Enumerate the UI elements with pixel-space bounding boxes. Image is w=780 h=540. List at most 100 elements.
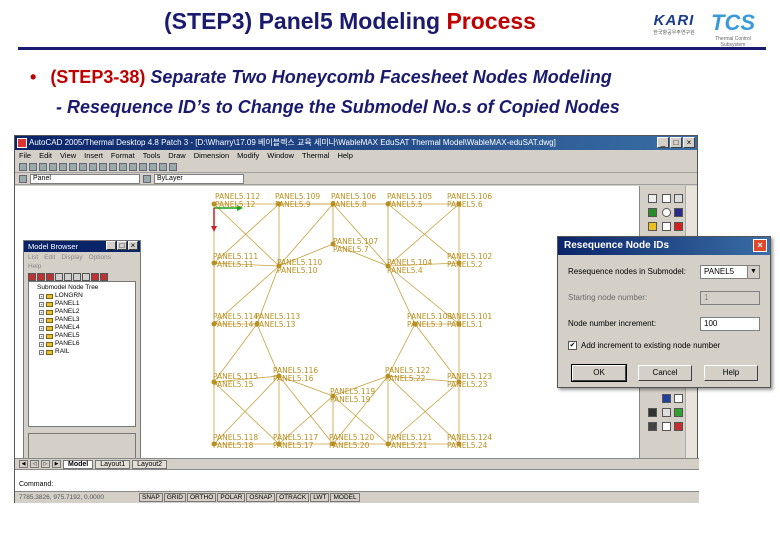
- maximize-button[interactable]: □: [670, 137, 682, 148]
- drawing-area[interactable]: PANEL5.112 PANEL5.12 PANEL5.109 PANEL5.9…: [15, 186, 639, 498]
- expand-icon[interactable]: +: [39, 293, 44, 299]
- paste-icon[interactable]: [79, 163, 87, 171]
- tree-item[interactable]: + PANEL5: [31, 332, 133, 340]
- status-otrack-button[interactable]: OTRACK: [276, 493, 310, 502]
- tree-item[interactable]: + PANEL6: [31, 340, 133, 348]
- mb-menu-display[interactable]: Display: [61, 254, 82, 261]
- mb-close-button[interactable]: ×: [128, 241, 138, 250]
- status-polar-button[interactable]: POLAR: [217, 493, 246, 502]
- command-line[interactable]: Command:: [15, 469, 699, 491]
- expand-icon[interactable]: +: [39, 317, 44, 323]
- thermal-model-icon[interactable]: [169, 163, 177, 171]
- new-icon[interactable]: [19, 163, 27, 171]
- layer-previous-icon[interactable]: [143, 174, 151, 183]
- mb-tool-icon[interactable]: [82, 273, 90, 281]
- status-grid-button[interactable]: GRID: [163, 493, 186, 502]
- ok-button[interactable]: OK: [571, 364, 627, 382]
- mb-tool-icon[interactable]: [46, 273, 54, 281]
- layer-combo[interactable]: Panel: [30, 173, 140, 184]
- open-icon[interactable]: [29, 163, 37, 171]
- status-model-button[interactable]: MODEL: [330, 493, 360, 502]
- linetype-combo[interactable]: ByLayer: [154, 173, 244, 184]
- minimize-button[interactable]: _: [657, 137, 669, 148]
- mb-tool-icon[interactable]: [37, 273, 45, 281]
- zoom-icon[interactable]: [119, 163, 127, 171]
- menu-dimension[interactable]: Dimension: [194, 150, 229, 162]
- palette-tool-icon[interactable]: [674, 408, 683, 417]
- mb-menu-help[interactable]: Help: [28, 263, 41, 270]
- help-button[interactable]: Help: [704, 365, 758, 381]
- layer-manager-icon[interactable]: [19, 174, 27, 183]
- status-snap-button[interactable]: SNAP: [139, 493, 163, 502]
- menu-thermal[interactable]: Thermal: [302, 150, 330, 162]
- tree-item[interactable]: + PANEL4: [31, 324, 133, 332]
- pan-icon[interactable]: [109, 163, 117, 171]
- palette-tool-icon[interactable]: [662, 222, 671, 231]
- palette-tool-icon[interactable]: [662, 422, 671, 431]
- palette-tool-icon[interactable]: [674, 394, 683, 403]
- mb-tool-icon[interactable]: [28, 273, 36, 281]
- menu-draw[interactable]: Draw: [168, 150, 186, 162]
- palette-tool-icon[interactable]: [674, 208, 683, 217]
- close-button[interactable]: ×: [683, 137, 695, 148]
- print-icon[interactable]: [49, 163, 57, 171]
- expand-icon[interactable]: +: [39, 301, 44, 307]
- palette-tool-icon[interactable]: [662, 194, 671, 203]
- expand-icon[interactable]: +: [39, 341, 44, 347]
- palette-tool-icon[interactable]: [674, 194, 683, 203]
- palette-tool-icon[interactable]: [674, 222, 683, 231]
- tab-layout1[interactable]: Layout1: [95, 459, 131, 469]
- menu-insert[interactable]: Insert: [84, 150, 103, 162]
- tab-first-icon[interactable]: ◀: [19, 460, 28, 468]
- expand-icon[interactable]: +: [39, 349, 44, 355]
- menu-help[interactable]: Help: [337, 150, 352, 162]
- tree-item[interactable]: + PANEL2: [31, 308, 133, 316]
- palette-tool-icon[interactable]: [648, 408, 657, 417]
- menu-format[interactable]: Format: [111, 150, 135, 162]
- redo-icon[interactable]: [99, 163, 107, 171]
- palette-tool-icon[interactable]: [648, 208, 657, 217]
- mb-minimize-button[interactable]: _: [106, 241, 116, 250]
- thermal-conductor-icon[interactable]: [149, 163, 157, 171]
- menu-modify[interactable]: Modify: [237, 150, 259, 162]
- status-lwt-button[interactable]: LWT: [310, 493, 330, 502]
- thermal-node-icon[interactable]: [139, 163, 147, 171]
- menu-tools[interactable]: Tools: [143, 150, 161, 162]
- menu-file[interactable]: File: [19, 150, 31, 162]
- copy-icon[interactable]: [69, 163, 77, 171]
- add-increment-checkbox[interactable]: ✔: [568, 341, 577, 350]
- properties-icon[interactable]: [129, 163, 137, 171]
- status-osnap-button[interactable]: OSNAP: [246, 493, 276, 502]
- tree-item[interactable]: + RAIL: [31, 348, 133, 356]
- mb-tool-icon[interactable]: [73, 273, 81, 281]
- palette-tool-icon[interactable]: [662, 408, 671, 417]
- palette-tool-icon[interactable]: [662, 208, 671, 217]
- tree-item[interactable]: + PANEL1: [31, 300, 133, 308]
- starting-node-field[interactable]: 1: [700, 291, 760, 305]
- tab-last-icon[interactable]: ▶: [52, 460, 61, 468]
- palette-tool-icon[interactable]: [648, 194, 657, 203]
- chevron-down-icon[interactable]: ▼: [747, 266, 759, 278]
- tree-item[interactable]: + PANEL3: [31, 316, 133, 324]
- mb-tool-icon[interactable]: [91, 273, 99, 281]
- palette-tool-icon[interactable]: [674, 422, 683, 431]
- menu-window[interactable]: Window: [267, 150, 294, 162]
- cancel-button[interactable]: Cancel: [638, 365, 692, 381]
- mb-tool-icon[interactable]: [55, 273, 63, 281]
- thermal-surface-icon[interactable]: [159, 163, 167, 171]
- status-ortho-button[interactable]: ORTHO: [186, 493, 217, 502]
- palette-tool-icon[interactable]: [662, 394, 671, 403]
- cut-icon[interactable]: [59, 163, 67, 171]
- tab-layout2[interactable]: Layout2: [132, 459, 168, 469]
- mb-menu-edit[interactable]: Edit: [44, 254, 55, 261]
- expand-icon[interactable]: +: [39, 309, 44, 315]
- palette-tool-icon[interactable]: [648, 222, 657, 231]
- mb-menu-options[interactable]: Options: [89, 254, 111, 261]
- menu-view[interactable]: View: [60, 150, 76, 162]
- tab-model[interactable]: Model: [63, 459, 94, 469]
- tree-item[interactable]: + LONGRN: [31, 292, 133, 300]
- tab-prev-icon[interactable]: ◁: [30, 460, 39, 468]
- submodel-select[interactable]: PANEL5 ▼: [700, 265, 760, 279]
- menu-edit[interactable]: Edit: [39, 150, 52, 162]
- palette-tool-icon[interactable]: [648, 422, 657, 431]
